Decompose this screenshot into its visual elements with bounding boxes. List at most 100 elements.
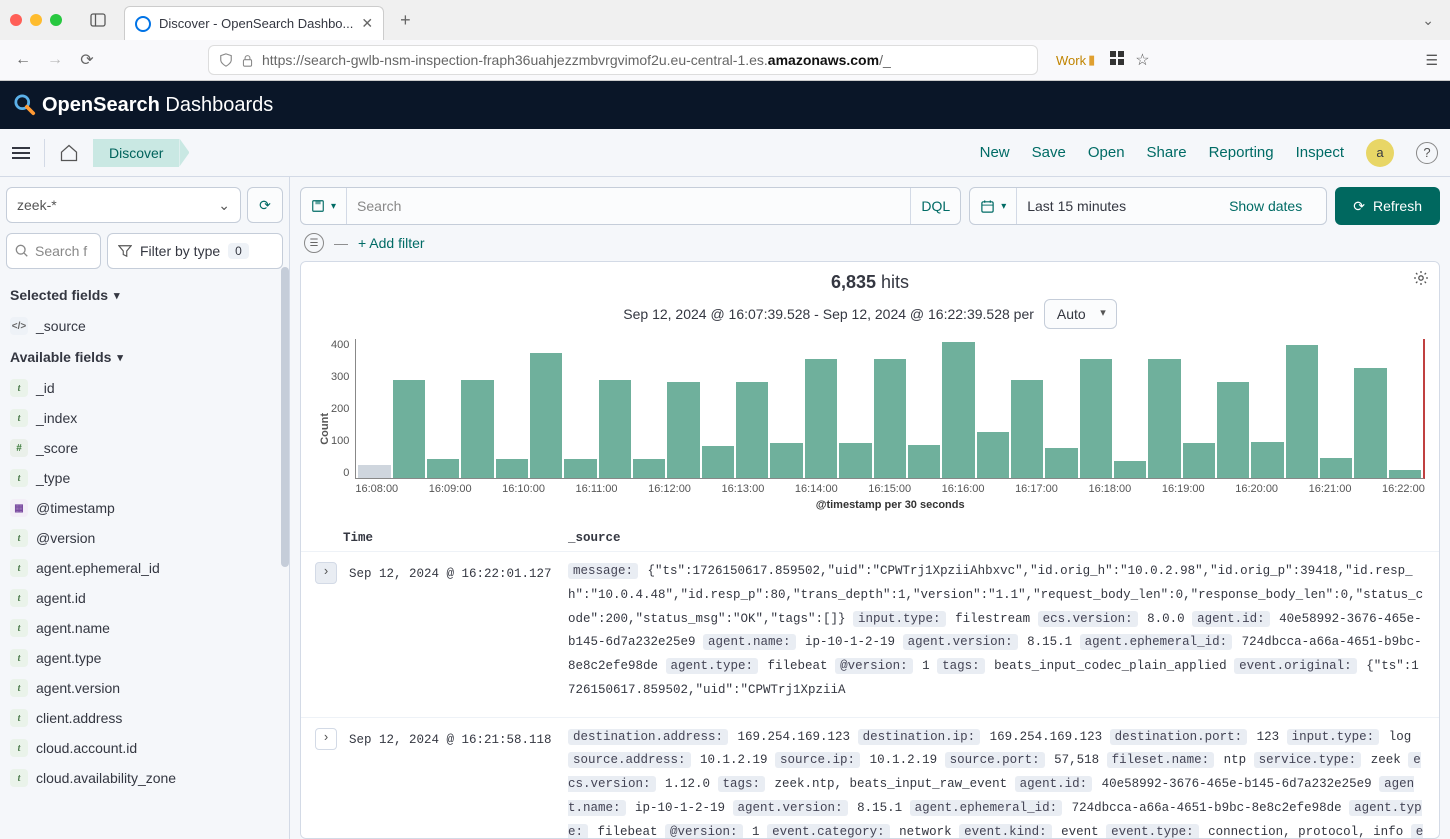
- maximize-window-icon[interactable]: [50, 14, 62, 26]
- tab-close-icon[interactable]: ✕: [361, 15, 373, 32]
- histogram-bar[interactable]: [1217, 382, 1249, 478]
- filter-by-type-button[interactable]: Filter by type 0: [107, 233, 283, 269]
- field-item[interactable]: tcloud.account.id: [6, 733, 283, 763]
- save-link[interactable]: Save: [1032, 144, 1066, 161]
- selected-fields-header[interactable]: Selected fields▾: [6, 279, 283, 311]
- histogram-bar[interactable]: [1286, 345, 1318, 478]
- show-dates-link[interactable]: Show dates: [1215, 198, 1316, 214]
- field-type-icon: t: [10, 469, 28, 487]
- histogram-bar[interactable]: [736, 382, 768, 478]
- index-pattern-select[interactable]: zeek-* ⌄: [6, 187, 241, 223]
- histogram-bar[interactable]: [702, 446, 734, 478]
- reporting-link[interactable]: Reporting: [1209, 144, 1274, 161]
- refresh-button[interactable]: ⟳ Refresh: [1335, 187, 1440, 225]
- histogram-bar[interactable]: [1320, 458, 1352, 478]
- bookmark-icon[interactable]: ☆: [1135, 50, 1149, 70]
- histogram-bar[interactable]: [1183, 443, 1215, 478]
- add-filter-link[interactable]: + Add filter: [358, 235, 425, 251]
- histogram-bar[interactable]: [1354, 368, 1386, 478]
- discover-breadcrumb[interactable]: Discover: [93, 139, 179, 167]
- histogram-bar[interactable]: [1011, 380, 1043, 478]
- field-item[interactable]: ▦@timestamp: [6, 493, 283, 523]
- inspect-link[interactable]: Inspect: [1296, 144, 1344, 161]
- url-input[interactable]: https://search-gwlb-nsm-inspection-fraph…: [208, 45, 1038, 75]
- dql-toggle[interactable]: DQL: [910, 188, 960, 224]
- saved-query-button[interactable]: ▾: [301, 188, 346, 224]
- histogram-bar[interactable]: [496, 459, 528, 478]
- quick-date-button[interactable]: ▾: [970, 188, 1016, 224]
- field-item[interactable]: </>_source: [6, 311, 283, 341]
- histogram-bar[interactable]: [633, 459, 665, 478]
- histogram-bar[interactable]: [461, 380, 493, 478]
- expand-row-button[interactable]: ›: [315, 728, 337, 750]
- sidebar-toggle-icon[interactable]: [90, 12, 106, 28]
- interval-select[interactable]: Auto: [1044, 299, 1117, 329]
- field-key: @version:: [665, 824, 743, 839]
- field-item[interactable]: t_type: [6, 463, 283, 493]
- field-item[interactable]: tagent.ephemeral_id: [6, 553, 283, 583]
- histogram-bar[interactable]: [564, 459, 596, 478]
- field-name: cloud.account.id: [36, 740, 137, 756]
- filter-options-icon[interactable]: ☰: [304, 233, 324, 253]
- field-item[interactable]: tagent.type: [6, 643, 283, 673]
- field-item[interactable]: t@version: [6, 523, 283, 553]
- histogram-bar[interactable]: [908, 445, 940, 478]
- histogram-bar[interactable]: [1389, 470, 1421, 478]
- gear-icon[interactable]: [1413, 270, 1429, 286]
- reload-button[interactable]: ⟳: [76, 50, 98, 70]
- field-item[interactable]: tagent.name: [6, 613, 283, 643]
- extension-grid-icon[interactable]: [1109, 50, 1125, 66]
- field-item[interactable]: tagent.version: [6, 673, 283, 703]
- available-fields-header[interactable]: Available fields▾: [6, 341, 283, 373]
- histogram-bar[interactable]: [427, 459, 459, 478]
- field-item[interactable]: #_score: [6, 433, 283, 463]
- tabs-overflow-icon[interactable]: ⌄: [1422, 12, 1434, 29]
- new-link[interactable]: New: [980, 144, 1010, 161]
- back-button[interactable]: ←: [12, 51, 34, 69]
- share-link[interactable]: Share: [1147, 144, 1187, 161]
- histogram-bar[interactable]: [530, 353, 562, 478]
- histogram-bar[interactable]: [667, 382, 699, 478]
- scrollbar[interactable]: [281, 267, 289, 567]
- chevron-down-icon: ▾: [1001, 201, 1006, 212]
- histogram-bar[interactable]: [770, 443, 802, 478]
- field-item[interactable]: tagent.id: [6, 583, 283, 613]
- histogram-bar[interactable]: [1045, 448, 1077, 478]
- histogram-bar[interactable]: [942, 342, 974, 478]
- histogram-chart[interactable]: Count 4003002001000 16:08:0016:09:0016:1…: [301, 339, 1439, 525]
- browser-tab[interactable]: Discover - OpenSearch Dashbo... ✕: [124, 6, 384, 40]
- minimize-window-icon[interactable]: [30, 14, 42, 26]
- histogram-bar[interactable]: [874, 359, 906, 478]
- nav-menu-button[interactable]: [12, 147, 30, 159]
- histogram-bar[interactable]: [1251, 442, 1283, 478]
- avatar[interactable]: a: [1366, 139, 1394, 167]
- histogram-bar[interactable]: [977, 432, 1009, 478]
- query-input[interactable]: Search: [346, 188, 910, 224]
- histogram-bar[interactable]: [1148, 359, 1180, 478]
- browser-menu-icon[interactable]: ☰: [1425, 52, 1438, 69]
- time-column-header[interactable]: Time: [343, 531, 568, 545]
- expand-row-button[interactable]: ›: [315, 562, 337, 584]
- filter-count-badge: 0: [228, 243, 249, 259]
- field-name: _score: [36, 440, 78, 456]
- close-window-icon[interactable]: [10, 14, 22, 26]
- field-item[interactable]: tcloud.availability_zone: [6, 763, 283, 793]
- histogram-bar[interactable]: [839, 443, 871, 478]
- search-fields-input[interactable]: Search f: [6, 233, 101, 269]
- field-item[interactable]: tclient.address: [6, 703, 283, 733]
- field-item[interactable]: t_id: [6, 373, 283, 403]
- histogram-bar[interactable]: [393, 380, 425, 478]
- field-item[interactable]: t_index: [6, 403, 283, 433]
- histogram-bar[interactable]: [1080, 359, 1112, 478]
- histogram-bar[interactable]: [805, 359, 837, 478]
- source-column-header[interactable]: _source: [568, 531, 1425, 545]
- time-range-display[interactable]: Last 15 minutes Show dates: [1016, 188, 1326, 224]
- open-link[interactable]: Open: [1088, 144, 1125, 161]
- new-tab-button[interactable]: +: [392, 10, 419, 31]
- histogram-bar[interactable]: [1114, 461, 1146, 478]
- help-icon[interactable]: ?: [1416, 142, 1438, 164]
- home-icon[interactable]: [59, 143, 79, 163]
- histogram-bar[interactable]: [599, 380, 631, 478]
- refresh-fields-button[interactable]: ⟳: [247, 187, 283, 223]
- histogram-bar[interactable]: [358, 465, 390, 478]
